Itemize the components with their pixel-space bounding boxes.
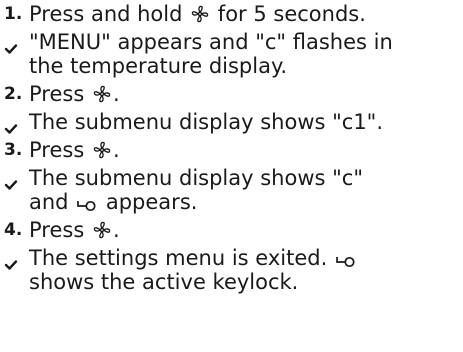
fan-icon xyxy=(92,220,112,240)
step-number: 1. xyxy=(4,4,23,24)
result-text-line: and appears. xyxy=(29,190,463,214)
fan-icon xyxy=(190,4,210,24)
checkmark-icon xyxy=(4,116,18,134)
result-text-line: The settings menu is exited. xyxy=(29,246,463,270)
result-text-line: shows the active keylock. xyxy=(29,270,299,294)
step-text: Press . xyxy=(29,82,463,106)
step-number: 2. xyxy=(4,84,23,104)
text-segment: and xyxy=(29,190,76,214)
step-text: Press . xyxy=(29,218,463,242)
text-segment: for 5 seconds. xyxy=(211,2,366,26)
text-segment: appears. xyxy=(99,190,198,214)
instruction-list: 1. Press and hold for 5 seconds. "MENU" … xyxy=(0,0,463,298)
fan-icon xyxy=(92,84,112,104)
step-number: 4. xyxy=(4,220,23,240)
step-3: 3. Press . xyxy=(0,138,463,162)
result-1: "MENU" appears and "c" flashes in the te… xyxy=(0,30,463,78)
text-segment: Press xyxy=(29,138,91,162)
result-text-line: The submenu display shows "c" xyxy=(29,166,363,190)
checkmark-icon xyxy=(4,172,18,190)
result-4: The settings menu is exited. shows the a… xyxy=(0,246,463,294)
text-segment: . xyxy=(112,138,120,162)
text-segment: Press xyxy=(29,82,91,106)
result-text-line: The submenu display shows "c1". xyxy=(29,110,384,134)
text-segment: Press xyxy=(29,218,91,242)
step-1: 1. Press and hold for 5 seconds. xyxy=(0,2,463,26)
result-text-line: the temperature display. xyxy=(29,54,288,78)
step-4: 4. Press . xyxy=(0,218,463,242)
result-2: The submenu display shows "c1". xyxy=(0,110,463,134)
key-icon xyxy=(335,254,357,268)
step-text: Press . xyxy=(29,138,463,162)
text-segment: . xyxy=(112,82,120,106)
step-2: 2. Press . xyxy=(0,82,463,106)
result-3: The submenu display shows "c" and appear… xyxy=(0,166,463,214)
text-segment: . xyxy=(112,218,120,242)
text-segment: Press and hold xyxy=(29,2,190,26)
checkmark-icon xyxy=(4,252,18,270)
result-text-line: "MENU" appears and "c" flashes in xyxy=(29,30,393,54)
step-text: Press and hold for 5 seconds. xyxy=(29,2,463,26)
text-segment: The settings menu is exited. xyxy=(29,246,334,270)
key-icon xyxy=(76,198,98,212)
fan-icon xyxy=(92,140,112,160)
checkmark-icon xyxy=(4,36,18,54)
step-number: 3. xyxy=(4,140,23,160)
